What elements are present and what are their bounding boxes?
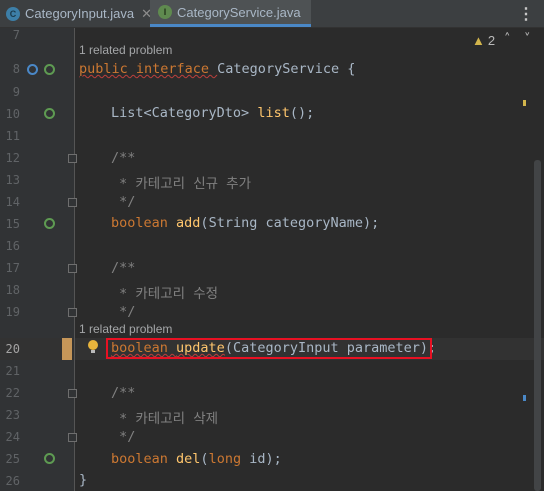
- implemented-icon[interactable]: [44, 218, 55, 229]
- method-name: del: [176, 451, 201, 467]
- comment-line: */: [111, 304, 136, 320]
- punctuation: );: [265, 451, 282, 467]
- keyword: boolean: [111, 215, 177, 231]
- inspection-widget[interactable]: ▲ 2: [472, 33, 495, 48]
- line-number: 25: [5, 452, 20, 466]
- parameter: id: [249, 451, 266, 467]
- warning-stripe[interactable]: [523, 100, 526, 106]
- highlight-box: [106, 338, 432, 359]
- class-icon: C: [6, 6, 20, 21]
- code-line-25[interactable]: boolean del(long id);: [111, 451, 282, 467]
- comment-line: /**: [111, 385, 136, 401]
- implemented-icon[interactable]: [44, 453, 55, 464]
- comment-line: */: [111, 194, 136, 210]
- tab-label: CategoryInput.java: [25, 6, 135, 21]
- line-number: 17: [5, 261, 20, 275]
- tab-label: CategoryService.java: [177, 4, 301, 20]
- line-number: 19: [5, 305, 20, 319]
- keyword: long: [208, 451, 250, 467]
- line-number: 11: [5, 129, 20, 143]
- comment-line: /**: [111, 150, 136, 166]
- vertical-scrollbar[interactable]: [534, 160, 541, 491]
- lightbulb-icon[interactable]: [88, 340, 98, 353]
- comment-line: * 카테고리 수정: [111, 286, 219, 302]
- line-number: 12: [5, 151, 20, 165]
- tab-category-input[interactable]: C CategoryInput.java ✕: [6, 0, 152, 27]
- parameter: categoryName: [265, 215, 364, 231]
- fold-icon[interactable]: [68, 198, 77, 207]
- line-number: 16: [5, 239, 20, 253]
- related-problem-hint[interactable]: 1 related problem: [79, 322, 172, 336]
- line-number: 22: [5, 386, 20, 400]
- line-number: 26: [5, 474, 20, 488]
- implementations-icon[interactable]: [27, 64, 38, 75]
- implemented-icon[interactable]: [44, 108, 55, 119]
- info-stripe[interactable]: [523, 395, 526, 401]
- keyword: public interface: [79, 61, 218, 77]
- warning-count: 2: [487, 33, 496, 48]
- line-number: 8: [12, 62, 20, 76]
- punctuation: ();: [289, 105, 315, 121]
- line-number: 14: [5, 195, 20, 209]
- line-number: 23: [5, 408, 20, 422]
- line-number: 21: [5, 364, 20, 378]
- line-number: 15: [5, 217, 20, 231]
- line-number: 7: [12, 28, 20, 42]
- type-name: CategoryService: [217, 61, 348, 77]
- fold-icon[interactable]: [68, 308, 77, 317]
- tab-category-service[interactable]: I CategoryService.java: [150, 0, 311, 27]
- gutter-separator: [74, 28, 75, 491]
- comment-line: */: [111, 429, 136, 445]
- code-line-8[interactable]: public interface CategoryService {: [79, 61, 355, 77]
- line-number: 9: [12, 85, 20, 99]
- comment-line: * 카테고리 삭제: [111, 411, 219, 427]
- change-marker[interactable]: [62, 338, 72, 360]
- interface-icon: I: [158, 5, 172, 19]
- code-line-15[interactable]: boolean add(String categoryName);: [111, 215, 379, 231]
- punctuation: );: [363, 215, 380, 231]
- brace: {: [347, 61, 356, 77]
- fold-icon[interactable]: [68, 154, 77, 163]
- method-name: add: [176, 215, 201, 231]
- line-number: 10: [5, 107, 20, 121]
- method-name: list: [257, 105, 290, 121]
- type-name: List<CategoryDto>: [111, 105, 258, 121]
- comment-line: /**: [111, 260, 136, 276]
- closing-brace: }: [79, 472, 88, 488]
- previous-problem-icon[interactable]: ˄: [504, 32, 511, 47]
- fold-icon[interactable]: [68, 389, 77, 398]
- line-number: 18: [5, 283, 20, 297]
- type-name: String: [208, 215, 266, 231]
- line-number: 20: [5, 342, 20, 356]
- keyword: boolean: [111, 451, 177, 467]
- code-line-10[interactable]: List<CategoryDto> list();: [111, 105, 314, 121]
- next-problem-icon[interactable]: ˅: [524, 32, 531, 47]
- punctuation: (: [200, 215, 209, 231]
- editor-tab-bar: C CategoryInput.java ✕ I CategoryService…: [0, 0, 544, 28]
- line-number: 24: [5, 430, 20, 444]
- related-problem-hint[interactable]: 1 related problem: [79, 43, 172, 57]
- line-number: 13: [5, 173, 20, 187]
- implemented-icon[interactable]: [44, 64, 55, 75]
- fold-icon[interactable]: [68, 264, 77, 273]
- more-options-icon[interactable]: ⋮: [518, 4, 534, 24]
- fold-icon[interactable]: [68, 433, 77, 442]
- warning-icon: ▲: [472, 33, 485, 48]
- comment-line: * 카테고리 신규 추가: [111, 176, 251, 192]
- punctuation: (: [200, 451, 209, 467]
